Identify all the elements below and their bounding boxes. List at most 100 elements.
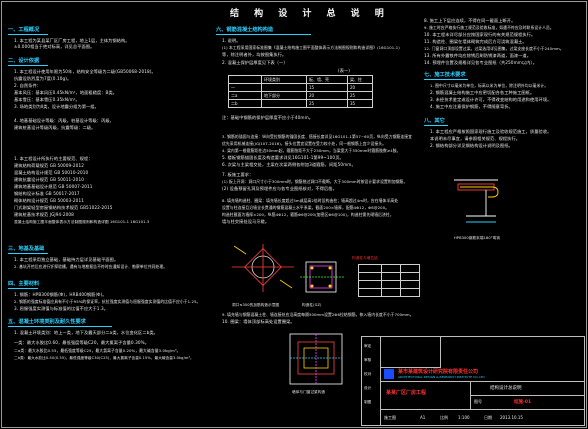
- hook-detail: [454, 179, 499, 223]
- table-caption: (表一): [338, 68, 351, 73]
- text-line: 基本风压：基本风压0.45kN/m²，地面粗糙度：B类。: [14, 90, 118, 95]
- underline: [216, 34, 311, 35]
- date-label: 日期: [484, 415, 492, 420]
- stage-value: 施工图: [384, 415, 396, 420]
- text-line: (1) 板上开洞：洞口尺寸小于300mm时，钢筋绕过洞口不截断，大于300mm时…: [222, 179, 408, 184]
- constructional-column-detail: [300, 261, 344, 293]
- scale-label: 比例: [440, 415, 448, 420]
- text-line: ±0.000相当于绝对标高，详见总平面图。: [14, 44, 95, 49]
- text-line: 建筑地基基础设计规范 GB 50007-2011: [14, 184, 93, 189]
- table-cell: [400, 272, 420, 281]
- text-line: 二a类：最大水胶比0.55，最低强度等级C25，最大氯离子含量0.20%，最大碱…: [14, 348, 181, 353]
- table-head-cell: 梁、柱: [347, 75, 373, 84]
- section-8-heading: 八、其它: [424, 118, 445, 124]
- table-cell: [400, 288, 420, 297]
- text-line: 2. 自然条件：: [14, 83, 42, 88]
- text-line: 砌体结构设计规范 GB 50003-2011: [14, 198, 84, 203]
- table-cell: 25: [347, 91, 373, 100]
- section-7-heading: 七、施工技术要求: [424, 72, 466, 78]
- section-2-heading: 二、设计依据: [8, 58, 40, 64]
- drawing-title: 结 构 设 计 总 说 明: [230, 9, 390, 19]
- text-line: 7. 板施工要求：: [222, 172, 254, 177]
- text-line: 2. 钢结构部分详见钢结构设计说明及图纸。: [430, 143, 513, 148]
- role-label: 设计: [364, 386, 372, 390]
- text-line: 13. 所有外露铁件均应除锈后刷防锈漆两道，面漆一道。: [424, 53, 532, 58]
- text-line: 4. 梁内第一根箍筋距柱边50mm起，箍筋肢距不大于250mm，当梁宽大于350…: [222, 148, 401, 153]
- text-line: 建筑桩基技术规范 JGJ94-2008: [14, 212, 74, 217]
- table-cell: [261, 83, 307, 92]
- text-line: 2. 钢筋混凝土结构施工中应密切配合各工种施工图纸。: [430, 90, 535, 95]
- table-cell: [381, 288, 401, 297]
- table-cell: 一: [228, 83, 262, 92]
- detail-caption: 洞口≤300的加筋构造示意图: [232, 303, 280, 307]
- underline: [8, 34, 48, 35]
- text-line: 设置与柱连接且沿墙全长贯通的钢筋混凝土水平系梁，截面200×墙厚，配筋4Φ12，…: [222, 205, 390, 210]
- text-line: 3. 钢筋的锚固与连接：纵向受拉钢筋的锚固长度、搭接长度详见16G101-1第5…: [222, 134, 413, 139]
- drawing-no-cell: 图号 结施-01: [470, 395, 584, 409]
- table-cell: 25: [306, 99, 348, 108]
- text-line: 5. 楼板钢筋锚固长度及构造要求详见16G101-1第99~100页。: [222, 155, 344, 160]
- table-cell: [358, 280, 382, 289]
- lintel-detail: [289, 333, 343, 385]
- table-cell: 35: [347, 99, 373, 108]
- text-line: 1. 本工程为某县某厂区厂房工程，地上1层，主体为钢结构。: [14, 38, 130, 43]
- underline: [8, 253, 48, 254]
- text-line: 钢结构设计标准 GB 50017-2017: [14, 191, 80, 196]
- text-line: 3. 未经技术鉴定或设计许可，不得改变结构的用途和使用环境。: [430, 97, 552, 102]
- text-line: 2. 基坑开挖后应进行钎探验槽，遇有与地勘报告不符时应通知设计、勘察单位共同处理…: [14, 264, 168, 269]
- table-cell: 20: [306, 91, 348, 100]
- text-line: 1. 本工程设计使用年限为50年，结构安全等级为二级(GB50068-2018)…: [14, 69, 156, 74]
- text-line: 1. 说明。: [222, 38, 241, 43]
- table-cell: [400, 280, 420, 289]
- table-cell: [381, 264, 401, 273]
- text-line: 建筑抗震设计规范 GB 50011-2010: [14, 177, 84, 182]
- section-5-heading: 五、混凝土环境类别及耐久性要求: [8, 319, 86, 325]
- underline: [8, 288, 38, 289]
- table-cell: 二a: [228, 91, 262, 100]
- text-line: 门式刚架轻型房屋钢结构技术规范 GB51022-2015: [14, 205, 113, 210]
- text-line: 1. 混凝土环境类别：地上一类，地下及露天部分二a类，水位变化区二b类。: [14, 330, 158, 335]
- text-line: 6. 次梁与主梁相交处，主梁在次梁两侧各附加3道箍筋，间距50mm。: [222, 162, 356, 167]
- table-cell: 二b: [228, 99, 262, 108]
- text-line: 构造柱截面为墙厚×200，纵筋4Φ12，箍筋Φ6@200(加密区Φ6@100)，…: [222, 212, 394, 217]
- section-6-heading: 六、钢筋混凝土结构构造: [216, 27, 274, 33]
- text-line: 3. 屈服强度实测值与标准值的比值不应大于1.3。: [14, 306, 109, 311]
- role-label: 制图: [364, 400, 372, 404]
- table-cell: [358, 272, 382, 281]
- table-head-cell: 环境类别: [261, 75, 307, 84]
- role-list: 审定 审核 校对 设计 制图: [364, 339, 371, 409]
- underline: [8, 65, 48, 66]
- text-line: 混凝土结构施工图平面整体表示方法制图规则和构造详图 16G101-1 16G10…: [14, 220, 150, 224]
- text-line: 墙与柱交接处设马牙槎。: [222, 219, 270, 224]
- project-name: 某某厂区厂房工程: [386, 390, 427, 396]
- opening-reinforcement-detail: [232, 244, 294, 292]
- section-4-heading: 四、主要材料: [8, 281, 40, 287]
- text-line: 8. 施工上下层应连续，不得在同一截面上断开。: [424, 18, 516, 23]
- underline: [424, 79, 468, 80]
- text-line: 8. 填充墙构造柱、圈梁：填充墙长度超过5m或层高2倍时设构造柱；墙高超过4m时…: [222, 198, 399, 203]
- scale-value: 1:100: [458, 415, 470, 420]
- drawing-name-cell: 结构设计总说明: [470, 381, 584, 396]
- text-line: 基本雪压：基本雪压0.35kN/m²。: [14, 97, 80, 102]
- text-line: 1. 本工程设计所执行的主要规范、规程：: [14, 156, 93, 161]
- detail-caption: 墙体与门窗过梁构造: [292, 390, 326, 394]
- text-line: 10. 本工程未详尽部分应按国家现行的有关规范规程执行。: [424, 32, 536, 37]
- text-line: 2. 钢筋的强度标准值应具有不小于95%的保证率，抗拉强度实测值与屈服强度实测值…: [14, 299, 201, 304]
- text-line: 一类：最大水胶比0.60，最低强度等级C20，最大氯离子含量0.30%。: [14, 340, 149, 345]
- text-line: 4. 地基基础设计等级：丙级，桩基设计等级：丙级，: [14, 118, 114, 123]
- text-line: 12. 门窗洞口顶部设置过梁，过梁选用详见图集，过梁支座长度不小于240mm。: [424, 46, 564, 51]
- drawing-name: 结构设计总说明: [490, 386, 522, 391]
- text-line: 1. 图中尺寸以毫米为单位，标高以米为单位，除注明外均以毫米计。: [430, 83, 549, 88]
- size-value: A1: [420, 415, 426, 420]
- text-line: (1) 本工程采用国家标准图集《混凝土结构施工图平面整体表示方法制图规则和构造详…: [222, 45, 400, 50]
- cover-table: 环境类别 板、墙、壳 梁、柱 一 15 20 二a 地下部分 20 25 二b …: [228, 75, 373, 108]
- table-cell: [358, 264, 382, 273]
- role-label: 审定: [364, 344, 372, 348]
- text-line: 建筑桩基设计等级丙级，抗震等级：二级。: [14, 125, 96, 130]
- drawing-number: 结施-01: [514, 400, 532, 405]
- table-cell: [261, 99, 307, 108]
- project-cell: 某某厂区厂房工程: [380, 381, 471, 409]
- section-3-heading: 三、地基及基础: [8, 246, 45, 252]
- table-head-cell: [228, 75, 262, 84]
- text-line: 9. 填充墙与钢筋混凝土柱、墙连接处应沿高度每隔500mm设置2Φ6拉结钢筋，伸…: [222, 312, 414, 317]
